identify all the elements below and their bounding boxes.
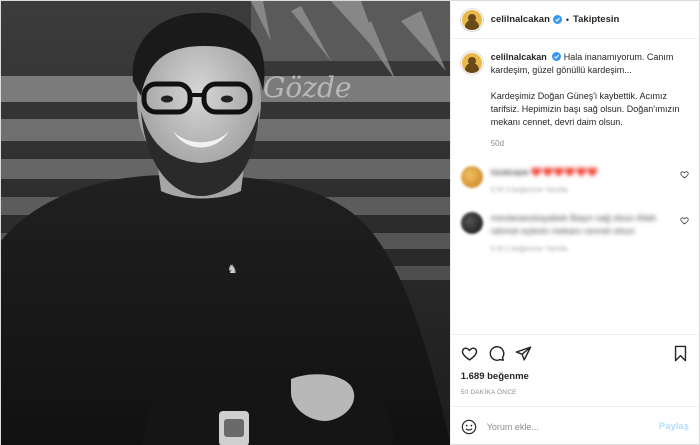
add-comment-bar: Paylaş: [450, 406, 699, 445]
comment-input[interactable]: [486, 421, 659, 432]
comment-meta[interactable]: 5 hf 3 beğenme Yanıtla: [491, 185, 674, 194]
comment-body: k̶i̶z̶a̶l̶c̶a̶p̶e̶ ❤️❤️❤️❤️❤️❤️ 5 hf 3 b…: [491, 166, 674, 194]
verified-badge-icon: [552, 15, 562, 24]
post-comment-button[interactable]: Paylaş: [659, 421, 689, 432]
comments-area[interactable]: celilnalcakan Hala inanamıyorum. Canım k…: [451, 39, 699, 334]
caption-line-2: Kardeşimiz Doğan Güneş'i kaybettik. Acım…: [490, 91, 680, 127]
share-icon[interactable]: [515, 345, 532, 362]
window-sign-text: Gözde: [263, 71, 351, 104]
comment-meta[interactable]: 5 hf 2 beğenme Yanıtla: [491, 244, 674, 253]
comment-text: k̶i̶z̶a̶l̶c̶a̶p̶e̶ ❤️❤️❤️❤️❤️❤️: [490, 167, 598, 177]
caption-age: 50d: [490, 139, 505, 148]
comment-item: k̶i̶z̶a̶l̶c̶a̶p̶e̶ ❤️❤️❤️❤️❤️❤️ 5 hf 3 b…: [460, 166, 689, 194]
post-actions: 1.689 beğenme 50 DAKİKA ÖNCE: [450, 334, 699, 396]
like-count[interactable]: 1.689 beğenme: [461, 371, 689, 382]
heart-icon[interactable]: [461, 345, 478, 362]
comment-item: mevlanaozkayabek Başın sağ olsun Allah r…: [460, 212, 689, 253]
header-separator: •: [565, 14, 570, 25]
caption-username[interactable]: celilnalcakan: [491, 52, 547, 62]
instagram-post: Gözde ♞ celilnalcakan • Takiptesin celil…: [0, 0, 700, 445]
post-photo[interactable]: Gözde ♞: [1, 1, 450, 445]
commenter-avatar[interactable]: [460, 166, 483, 188]
comment-icon[interactable]: [488, 345, 505, 362]
post-timestamp: 50 DAKİKA ÖNCE: [460, 389, 517, 396]
comment-body: mevlanaozkayabek Başın sağ olsun Allah r…: [491, 212, 674, 253]
author-username[interactable]: celilnalcakan: [491, 14, 550, 25]
emoji-icon[interactable]: [461, 419, 477, 435]
bookmark-icon[interactable]: [672, 345, 689, 362]
commenter-avatar[interactable]: [460, 212, 483, 234]
portrait-photo-illustration: Gözde ♞: [1, 1, 450, 445]
caption-body: celilnalcakan Hala inanamıyorum. Canım k…: [491, 51, 681, 129]
verified-badge-icon: [552, 52, 562, 61]
following-button[interactable]: Takiptesin: [573, 14, 619, 25]
comment-like-heart-icon[interactable]: [680, 170, 689, 179]
comment-text: mevlanaozkayabek Başın sağ olsun Allah r…: [490, 213, 657, 236]
svg-text:♞: ♞: [227, 262, 238, 276]
author-avatar[interactable]: [460, 8, 483, 31]
comment-like-heart-icon[interactable]: [680, 216, 689, 225]
caption: celilnalcakan Hala inanamıyorum. Canım k…: [460, 51, 689, 129]
post-side-panel: celilnalcakan • Takiptesin celilnalcakan…: [449, 1, 699, 445]
post-header: celilnalcakan • Takiptesin: [450, 1, 699, 39]
action-icons: [461, 343, 689, 363]
caption-author-avatar[interactable]: [460, 52, 483, 74]
